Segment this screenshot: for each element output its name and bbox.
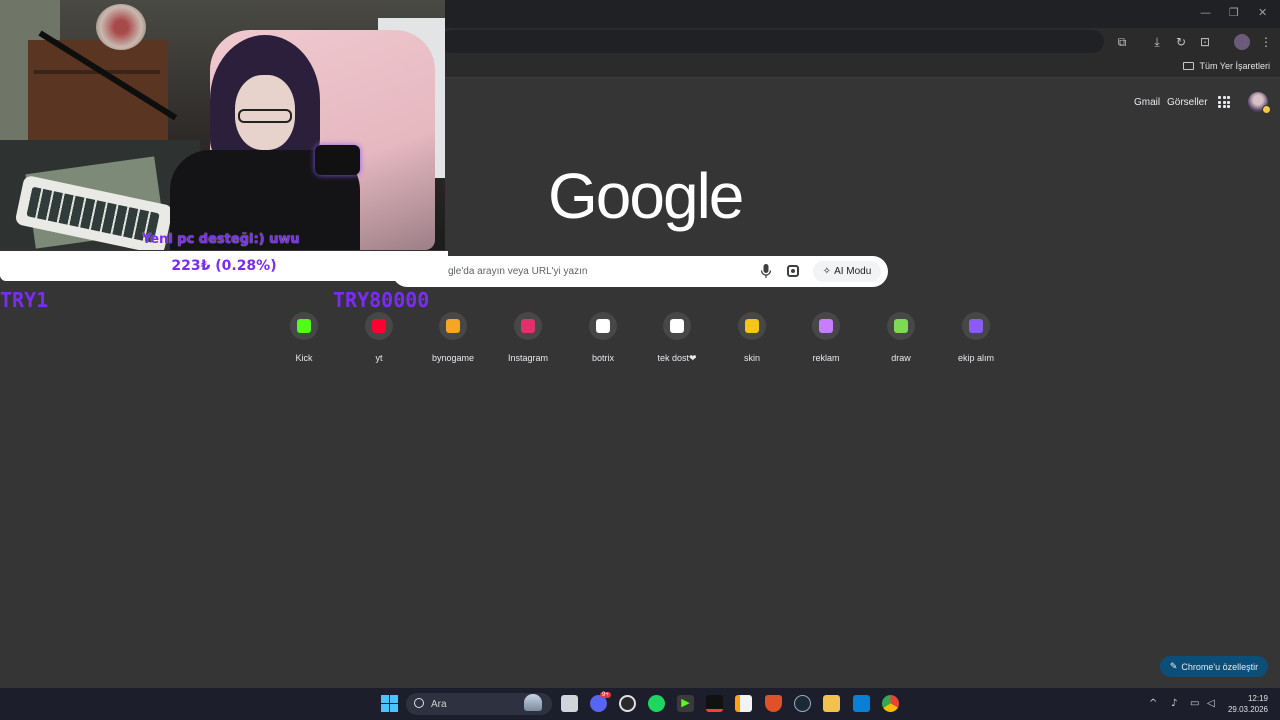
shortcut-tile[interactable]: reklam [788,312,864,368]
shortcut-icon-circle [589,312,617,340]
ai-mode-label: AI Modu [834,266,872,277]
gmail-link[interactable]: Gmail [1134,97,1160,108]
shortcut-tile[interactable]: Instagram [490,312,566,368]
kick-icon [297,319,311,333]
donation-message: Yeni pc desteği:) uwu [142,232,300,247]
windows-start-icon[interactable] [381,695,398,712]
downloads-icon[interactable]: ⤓ [1149,34,1165,50]
botrix-icon [596,319,610,333]
taskbar-search-label: Ara [431,699,447,710]
shortcut-icon-circle [812,312,840,340]
translate-icon[interactable]: ⊡ [1197,34,1213,50]
google-lens-icon[interactable] [787,265,799,277]
steam-icon[interactable] [794,695,811,712]
menu-kebab-icon[interactable]: ⋮ [1258,34,1274,50]
webcam-snow-globe [96,4,146,50]
all-bookmarks-label: Tüm Yer İşaretleri [1199,61,1270,71]
folder-icon [1183,62,1195,70]
shortcut-tile[interactable]: ekip alım [938,312,1014,368]
shortcut-label: Kick [295,353,313,363]
shortcut-label: yt [375,353,383,363]
customize-chrome-button[interactable]: ✎ Chrome'u özelleştir [1160,656,1268,677]
spotify-icon[interactable] [648,695,665,712]
chatgpt-icon [670,319,684,333]
reklam-icon [819,319,833,333]
clock-date[interactable]: 29.03.2026 [1228,705,1268,714]
webcam-streamer [150,35,370,250]
tray-mic-icon[interactable]: ♪ [1171,698,1177,709]
editor-app-icon[interactable] [735,695,752,712]
shortcut-label: bynogame [431,353,475,363]
shortcut-label: ekip alım [957,353,994,363]
webcam-microphone [315,145,360,175]
taskbar-search-icon [414,698,424,708]
all-bookmarks-button[interactable]: Tüm Yer İşaretleri [1183,61,1270,71]
chrome-icon[interactable] [882,695,899,712]
obs-icon[interactable] [619,695,636,712]
youtube-icon [372,319,386,333]
microphone-icon[interactable] [760,264,772,278]
shortcut-tile[interactable]: yt [341,312,417,368]
shortcut-icon-circle [738,312,766,340]
volume-icon[interactable]: ◁ [1207,698,1215,709]
shortcut-label: tek dost❤ [657,353,697,363]
discord-badge: 9+ [600,692,611,698]
google-apps-icon[interactable] [1218,96,1230,108]
shortcut-tile[interactable]: botrix [565,312,641,368]
ai-search-icon: ✧ [822,266,832,277]
shortcut-label: draw [891,353,911,363]
address-bar[interactable] [440,30,1104,53]
skin-icon [745,319,759,333]
shortcut-label: Instagram [507,353,549,363]
shortcut-icon-circle [663,312,691,340]
shortcut-icon-circle [887,312,915,340]
close-window-button[interactable]: ✕ [1258,6,1267,19]
streaming-app-icon[interactable] [706,695,723,712]
shortcut-tile[interactable]: draw [863,312,939,368]
profile-avatar[interactable] [1234,34,1250,50]
file-explorer-icon[interactable] [823,695,840,712]
shortcut-icon-circle [439,312,467,340]
images-link[interactable]: Görseller [1167,97,1208,108]
shortcut-tile[interactable]: tek dost❤ [639,312,715,368]
instagram-icon [521,319,535,333]
shortcut-tile[interactable]: bynogame [415,312,491,368]
donation-amount: 223₺ (0.28%) [171,258,277,274]
shortcut-icon-circle [962,312,990,340]
shortcut-tile[interactable]: Kick [266,312,342,368]
search-placeholder[interactable]: gle'da arayın veya URL'yi yazın [448,266,587,277]
draw-icon [894,319,908,333]
kick-app-icon[interactable]: ▶ [677,695,694,712]
ai-mode-button[interactable]: ✧ AI Modu [813,261,881,282]
shortcut-icon-circle [365,312,393,340]
account-avatar[interactable] [1248,92,1271,114]
minimize-button[interactable]: — [1200,6,1211,19]
shortcut-tile[interactable]: skin [714,312,790,368]
shortcut-label: skin [743,353,760,363]
shortcut-label: reklam [812,353,840,363]
extensions-icon[interactable]: ⧉ [1114,34,1130,50]
clock-time[interactable]: 12:19 [1248,694,1268,703]
network-icon[interactable]: ▭ [1190,698,1199,709]
shortcut-icon-circle [514,312,542,340]
maximize-button[interactable]: ❐ [1229,6,1239,19]
customize-label: Chrome'u özelleştir [1181,661,1259,672]
goal-start-label: TRY1 [0,288,49,312]
brave-icon[interactable] [765,695,782,712]
warning-badge-icon [1262,105,1271,114]
lighthouse-widget-icon[interactable] [524,694,542,711]
tray-overflow-icon[interactable]: ^ [1149,698,1157,709]
bynogame-icon [446,319,460,333]
store-icon[interactable] [853,695,870,712]
task-view-icon[interactable] [561,695,578,712]
windows-taskbar [0,688,1280,720]
webcam-overlay [0,0,445,250]
list-icon [969,319,983,333]
shortcut-label: botrix [591,353,614,363]
google-logo: Google [548,160,744,232]
shortcut-icon-circle [290,312,318,340]
goal-end-label: TRY80000 [333,288,430,312]
pencil-icon: ✎ [1169,661,1178,671]
history-icon[interactable]: ↻ [1173,34,1189,50]
